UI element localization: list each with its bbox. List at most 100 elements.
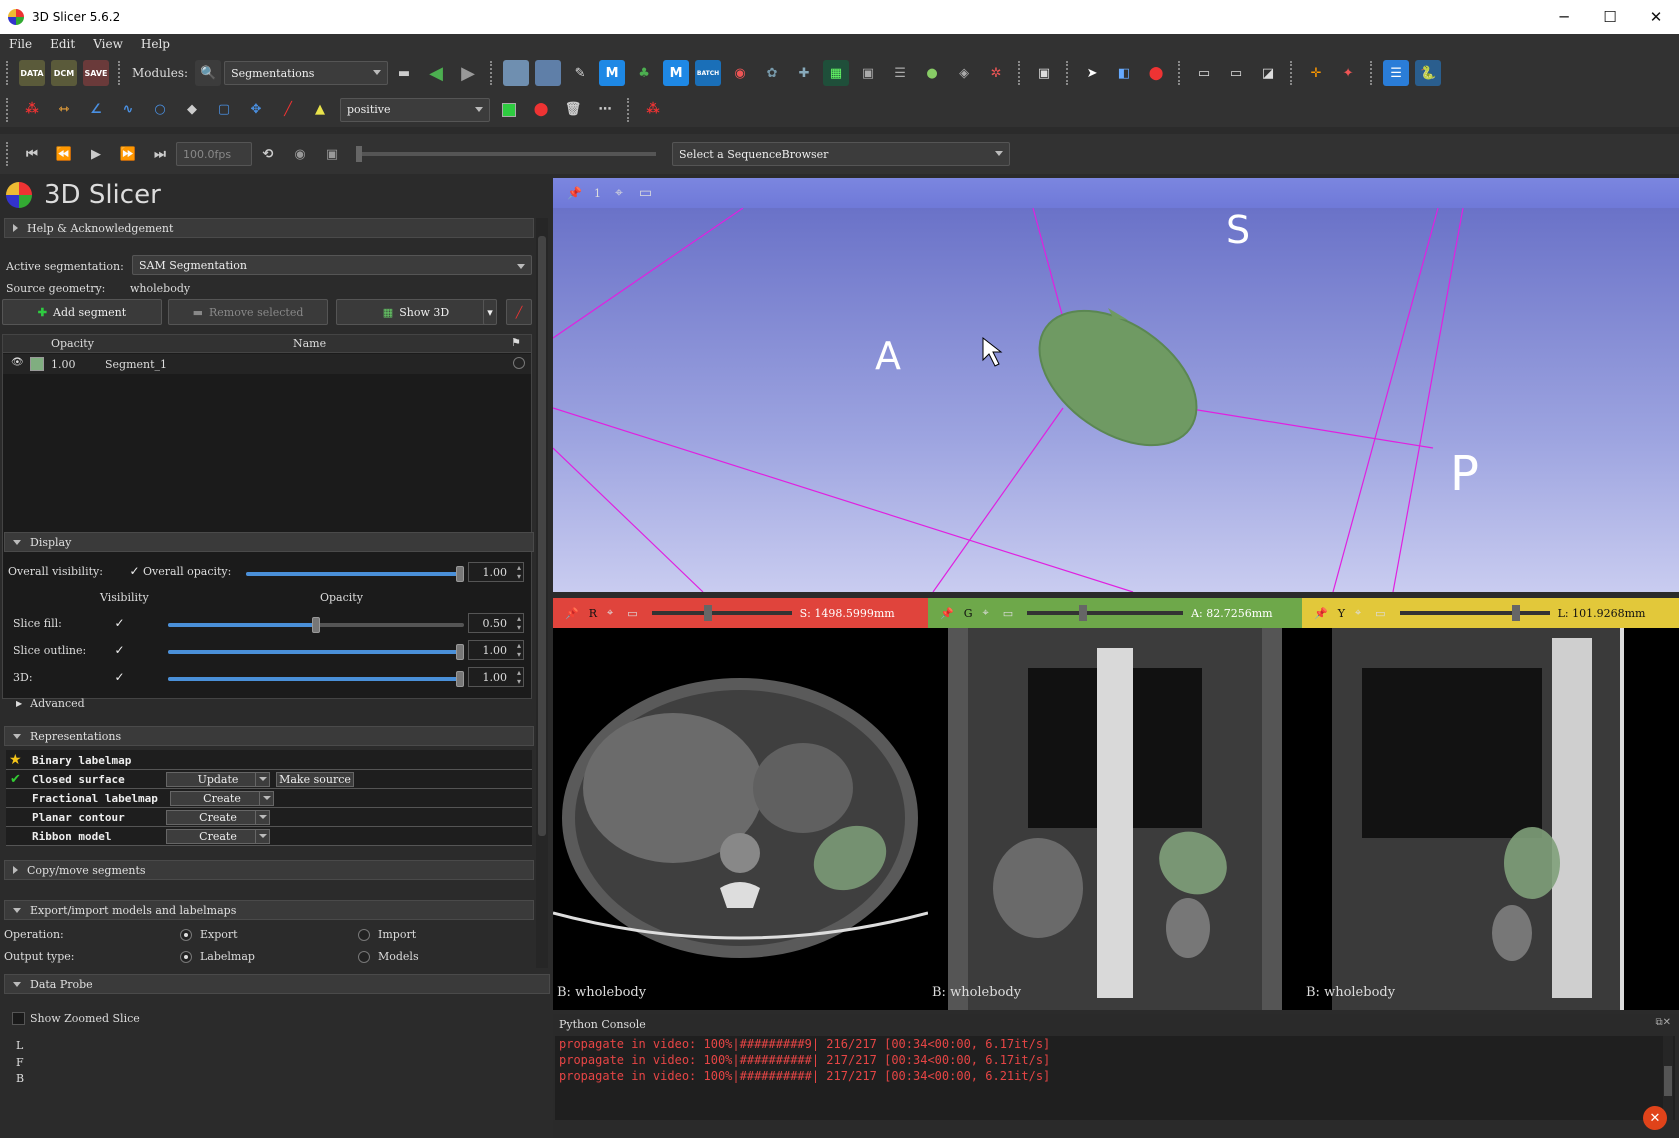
console-scrollbar[interactable]	[1663, 1036, 1673, 1120]
scrollbar-thumb[interactable]	[538, 236, 546, 836]
puzzle-icon[interactable]: ✚	[791, 60, 817, 86]
maximize-view-icon[interactable]: ▭	[1375, 607, 1385, 620]
segment-status-icon[interactable]	[513, 357, 525, 369]
scene-view-icon[interactable]: ▭	[1223, 60, 1249, 86]
toolbar-grip[interactable]	[1290, 61, 1294, 85]
curve-icon[interactable]: ∿	[115, 97, 141, 123]
import-radio[interactable]	[358, 929, 370, 941]
toolbar-grip[interactable]	[1178, 61, 1182, 85]
sequence-browser-selector[interactable]: Select a SequenceBrowser	[672, 142, 1010, 166]
link-icon[interactable]: ⌖	[1355, 606, 1361, 620]
overall-visibility-checkbox[interactable]: ✓	[128, 564, 141, 578]
segment-color-swatch[interactable]	[30, 357, 44, 371]
extension-icon[interactable]: ✿	[759, 60, 785, 86]
minimize-button[interactable]: ─	[1541, 0, 1587, 34]
module-search-icon[interactable]: 🔍	[195, 60, 222, 86]
layer-icon[interactable]: ✦	[1335, 60, 1361, 86]
3d-opacity-slider[interactable]	[168, 671, 464, 687]
export-radio[interactable]	[180, 929, 192, 941]
overall-opacity-spinbox[interactable]: 1.00	[468, 562, 524, 582]
m-module-2-icon[interactable]: M	[663, 60, 690, 86]
extension-manager-icon[interactable]: ☰	[1383, 60, 1410, 86]
toolbar-grip[interactable]	[1370, 61, 1374, 85]
module-selector[interactable]: Segmentations	[224, 61, 389, 85]
console-float-close-icons[interactable]: ⧉✕	[1655, 1017, 1671, 1028]
menu-file[interactable]: File	[0, 37, 41, 51]
eye-icon[interactable]: 👁	[11, 357, 24, 368]
table-row[interactable]: 👁 1.00 Segment_1	[3, 354, 531, 374]
list-icon[interactable]: ☰	[887, 60, 913, 86]
delete-icon[interactable]: 🗑	[560, 97, 586, 123]
python-icon[interactable]: 🐍	[1415, 60, 1442, 86]
point-list-icon[interactable]: ⁂	[19, 97, 45, 123]
show-zoomed-checkbox[interactable]	[12, 1012, 25, 1025]
green-slice-slider[interactable]	[1027, 605, 1184, 621]
fps-spinbox[interactable]: 100.0fps	[176, 142, 252, 166]
update-button[interactable]: Update	[166, 771, 270, 787]
yellow-slice-slider[interactable]	[1399, 605, 1550, 621]
copy-move-section-header[interactable]: Copy/move segments	[4, 860, 534, 880]
place-mode-icon[interactable]: ⬤	[528, 97, 554, 123]
slice-fill-slider[interactable]	[168, 617, 464, 633]
load-data-button[interactable]: DATA	[19, 60, 45, 86]
toolbar-grip[interactable]	[6, 142, 10, 166]
module-history-icon[interactable]: ▬	[391, 60, 417, 86]
labelmap-radio[interactable]	[180, 951, 192, 963]
transform-handle-icon[interactable]: ✥	[243, 97, 269, 123]
m-module-icon[interactable]: M	[599, 60, 626, 86]
crosshair-icon[interactable]: ✛	[1303, 60, 1329, 86]
advanced-toggle[interactable]: ▶ Advanced	[16, 697, 85, 710]
maximize-button[interactable]: ☐	[1587, 0, 1633, 34]
slice-outline-checkbox[interactable]: ✓	[113, 643, 126, 657]
window-level-icon[interactable]: ◧	[1111, 60, 1137, 86]
toolbar-grip[interactable]	[6, 97, 10, 122]
screenshot-icon[interactable]: ▭	[1191, 60, 1217, 86]
data-probe-section-header[interactable]: Data Probe	[4, 974, 550, 994]
snapshot-icon[interactable]: ▣	[319, 141, 345, 167]
yellow-slice-view[interactable]: B: wholebody	[1302, 628, 1679, 1010]
python-console-output[interactable]: propagate in video: 100%|#########9| 216…	[555, 1036, 1675, 1120]
color-swatch[interactable]	[496, 97, 522, 123]
slice-outline-spinbox[interactable]: 1.00	[468, 640, 524, 660]
forward-arrow-icon[interactable]: ▶	[455, 60, 481, 86]
loop-icon[interactable]: ⟲	[255, 141, 281, 167]
toolbar-grip[interactable]	[6, 61, 10, 85]
3d-view[interactable]: S A P	[553, 208, 1679, 592]
segment-name[interactable]: Segment_1	[105, 358, 167, 371]
sequences-module-icon[interactable]: ◉	[727, 60, 753, 86]
data-module-icon[interactable]	[535, 60, 562, 86]
model-icon[interactable]: ●	[919, 60, 945, 86]
label-combo[interactable]: positive	[340, 97, 490, 122]
more-icon[interactable]: ⋯	[592, 97, 618, 123]
make-source-button[interactable]: Make source	[276, 771, 354, 787]
view-icon[interactable]: ◪	[1255, 60, 1281, 86]
batch-module-icon[interactable]: BATCH	[695, 60, 722, 86]
place-fiducial-icon[interactable]: ⬤	[1143, 60, 1169, 86]
show-3d-button[interactable]: ▦ Show 3D	[336, 299, 496, 325]
module-scrollbar[interactable]	[536, 218, 548, 968]
layout-icon[interactable]: ▣	[1031, 60, 1057, 86]
pin-icon[interactable]: 📌	[565, 607, 579, 620]
remove-selected-button[interactable]: ▬ Remove selected	[168, 299, 328, 325]
pointer-icon[interactable]: ➤	[1079, 60, 1105, 86]
slice-fill-spinbox[interactable]: 0.50	[468, 613, 524, 633]
closed-curve-icon[interactable]: ○	[147, 97, 173, 123]
menu-view[interactable]: View	[84, 37, 132, 51]
next-frame-icon[interactable]: ⏩	[115, 141, 141, 167]
overall-opacity-slider[interactable]	[246, 566, 464, 582]
red-slice-slider[interactable]	[651, 605, 792, 621]
first-frame-icon[interactable]: ⏮	[19, 141, 45, 167]
sequence-slider[interactable]	[356, 146, 656, 162]
representations-section-header[interactable]: Representations	[4, 726, 534, 746]
slice-outline-slider[interactable]	[168, 644, 464, 660]
matrix-icon[interactable]: ▦	[823, 60, 850, 86]
maximize-view-icon[interactable]: ▭	[1003, 607, 1013, 620]
maximize-view-icon[interactable]: ▭	[639, 185, 652, 201]
toolbar-grip[interactable]	[490, 61, 494, 85]
pen-icon[interactable]: ╱	[275, 97, 301, 123]
close-window-button[interactable]: ✕	[1633, 0, 1679, 34]
show-3d-dropdown[interactable]: ▾	[483, 299, 497, 325]
slice-fill-checkbox[interactable]: ✓	[113, 616, 126, 630]
cube-icon[interactable]: ▣	[855, 60, 881, 86]
markups-module-icon[interactable]: ✎	[567, 60, 593, 86]
